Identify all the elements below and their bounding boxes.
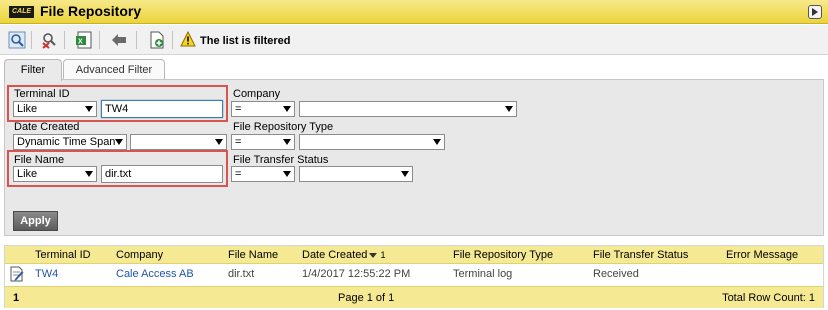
filter-tabs: Filter Advanced Filter <box>0 56 828 81</box>
date-created-operator-select[interactable]: Dynamic Time Span <box>13 134 127 150</box>
chevron-down-icon <box>85 106 93 112</box>
tab-advanced-filter[interactable]: Advanced Filter <box>63 59 165 80</box>
column-header-date-created-label: Date Created <box>302 249 368 261</box>
export-excel-icon[interactable]: X <box>75 31 93 49</box>
toolbar-separator <box>172 31 173 49</box>
column-header-file-repository-type[interactable]: File Repository Type <box>453 246 553 264</box>
chevron-down-icon <box>283 139 291 145</box>
cell-terminal-id[interactable]: TW4 <box>35 264 58 284</box>
company-operator-select[interactable]: = <box>231 101 295 117</box>
table-footer: 1 Page 1 of 1 Total Row Count: 1 <box>5 286 823 308</box>
chevron-down-icon <box>85 171 93 177</box>
page-title: File Repository <box>40 3 142 19</box>
help-icon[interactable] <box>808 5 822 19</box>
file-name-operator-select[interactable]: Like <box>13 166 97 182</box>
file-transfer-status-operator-select[interactable]: = <box>231 166 295 182</box>
date-created-label: Date Created <box>14 121 80 133</box>
clear-filter-icon[interactable] <box>40 31 58 49</box>
tab-filter[interactable]: Filter <box>4 59 62 81</box>
column-header-date-created[interactable]: Date Created 1 <box>302 246 386 264</box>
page-info: Page 1 of 1 <box>338 292 395 304</box>
cale-logo: CALE <box>9 6 34 18</box>
toolbar-separator <box>136 31 137 49</box>
terminal-id-input[interactable]: TW4 <box>101 100 223 118</box>
chevron-down-icon <box>283 171 291 177</box>
cell-date-created: 1/4/2017 12:55:22 PM <box>302 268 411 280</box>
file-name-operator-value: Like <box>17 168 38 180</box>
cell-file-repository-type: Terminal log <box>453 268 513 280</box>
file-transfer-status-label: File Transfer Status <box>233 154 329 166</box>
file-transfer-status-operator-value: = <box>235 168 242 180</box>
date-created-value-select[interactable] <box>130 134 227 150</box>
file-repository-type-operator-select[interactable]: = <box>231 134 295 150</box>
sort-index: 1 <box>380 250 386 260</box>
table-row[interactable]: TW4 Cale Access AB dir.txt 1/4/2017 12:5… <box>5 264 823 284</box>
file-repository-type-label: File Repository Type <box>233 121 334 133</box>
chevron-down-icon <box>433 139 441 145</box>
cell-file-transfer-status: Received <box>593 268 639 280</box>
file-name-input[interactable]: dir.txt <box>101 165 223 183</box>
results-table: Terminal ID Company File Name Date Creat… <box>4 245 824 308</box>
company-operator-value: = <box>235 103 242 115</box>
terminal-id-operator-select[interactable]: Like <box>13 101 97 117</box>
terminal-id-operator-value: Like <box>17 103 38 115</box>
file-repository-type-value-select[interactable] <box>299 134 445 150</box>
total-row-count: Total Row Count: 1 <box>722 292 815 304</box>
file-transfer-status-value-select[interactable] <box>299 166 413 182</box>
toolbar-separator <box>64 31 65 49</box>
column-header-terminal-id[interactable]: Terminal ID <box>35 246 91 264</box>
table-header: Terminal ID Company File Name Date Creat… <box>5 246 823 264</box>
move-icon[interactable] <box>110 31 128 49</box>
toolbar-separator <box>99 31 100 49</box>
toolbar-separator <box>31 31 32 49</box>
search-icon[interactable] <box>8 31 26 49</box>
chevron-down-icon <box>115 139 123 145</box>
warning-icon <box>180 30 196 47</box>
edit-icon[interactable] <box>10 266 24 282</box>
sort-descending-icon <box>369 252 378 258</box>
filter-panel: Terminal ID Like TW4 Company = Date Crea… <box>4 79 824 236</box>
column-header-file-name[interactable]: File Name <box>228 246 278 264</box>
cell-company[interactable]: Cale Access AB <box>116 264 194 284</box>
svg-text:X: X <box>78 39 83 46</box>
file-repository-type-operator-value: = <box>235 136 242 148</box>
current-page-number[interactable]: 1 <box>13 289 19 307</box>
chevron-down-icon <box>505 106 513 112</box>
date-created-operator-value: Dynamic Time Span <box>17 136 116 148</box>
column-header-error-message[interactable]: Error Message <box>726 246 798 264</box>
file-name-label: File Name <box>14 154 65 166</box>
company-value-select[interactable] <box>299 101 517 117</box>
chevron-down-icon <box>283 106 291 112</box>
chevron-down-icon <box>401 171 409 177</box>
cell-file-name: dir.txt <box>228 268 255 280</box>
title-bar: CALE File Repository <box>0 0 828 24</box>
chevron-down-icon <box>215 139 223 145</box>
filtered-message: The list is filtered <box>200 35 291 47</box>
column-header-company[interactable]: Company <box>116 246 163 264</box>
add-file-icon[interactable] <box>148 31 166 49</box>
apply-button[interactable]: Apply <box>13 211 58 231</box>
toolbar: X The list is filtered <box>0 25 828 55</box>
column-header-file-transfer-status[interactable]: File Transfer Status <box>593 246 688 264</box>
terminal-id-label: Terminal ID <box>14 88 70 100</box>
company-label: Company <box>233 88 281 100</box>
